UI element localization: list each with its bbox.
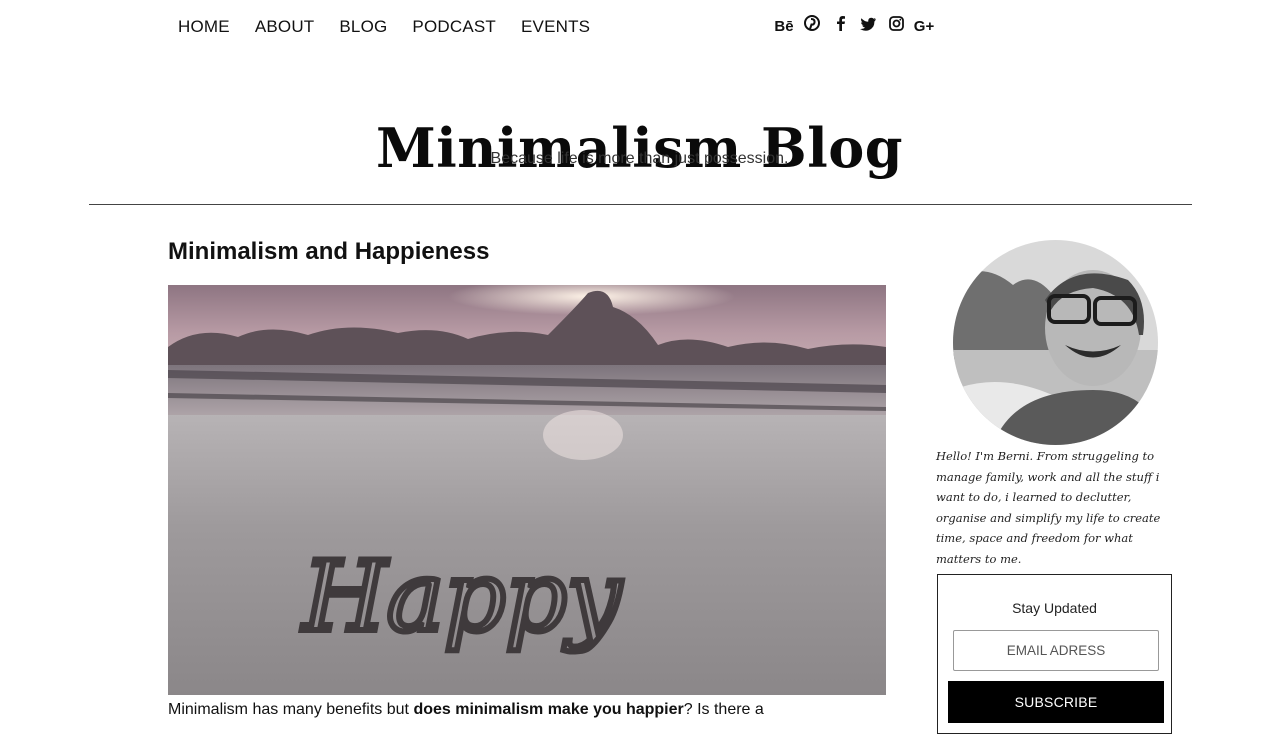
social-links: Bē G+ (770, 15, 938, 39)
post-featured-image[interactable]: Happy (168, 285, 886, 695)
site-title[interactable]: Minimalism Blog (0, 116, 1279, 180)
nav-about-link[interactable]: ABOUT (255, 15, 315, 39)
main-nav: HOME ABOUT BLOG PODCAST EVENTS (178, 15, 615, 39)
sand-writing-text: Happy (301, 541, 623, 653)
post-title[interactable]: Minimalism and Happieness (168, 238, 489, 266)
beach-sunset-image: Happy (168, 285, 886, 695)
instagram-icon[interactable] (882, 15, 910, 39)
newsletter-signup: Stay Updated SUBSCRIBE (937, 574, 1172, 734)
facebook-icon[interactable] (826, 15, 854, 39)
excerpt-text-end: ? Is there a (683, 701, 764, 718)
subscribe-button[interactable]: SUBSCRIBE (948, 681, 1164, 723)
author-bio: Hello! I'm Berni. From struggeling to ma… (936, 449, 1161, 566)
excerpt-text-start: Minimalism has many benefits but (168, 701, 414, 718)
author-avatar (953, 240, 1158, 445)
nav-blog-link[interactable]: BLOG (339, 15, 387, 39)
nav-events-link[interactable]: EVENTS (521, 15, 590, 39)
nav-podcast-link[interactable]: PODCAST (412, 15, 496, 39)
email-input[interactable] (953, 630, 1159, 671)
google-plus-icon[interactable]: G+ (910, 15, 938, 39)
twitter-icon[interactable] (854, 15, 882, 39)
header-divider (89, 204, 1192, 205)
pinterest-icon[interactable] (798, 15, 826, 39)
behance-icon[interactable]: Bē (770, 15, 798, 39)
excerpt-text-bold: does minimalism make you happier (413, 701, 684, 718)
nav-home-link[interactable]: HOME (178, 15, 230, 39)
site-tagline: Because life is more than just possessio… (490, 150, 789, 167)
post-excerpt: Minimalism has many benefits but does mi… (168, 701, 888, 719)
newsletter-title: Stay Updated (1012, 600, 1097, 616)
